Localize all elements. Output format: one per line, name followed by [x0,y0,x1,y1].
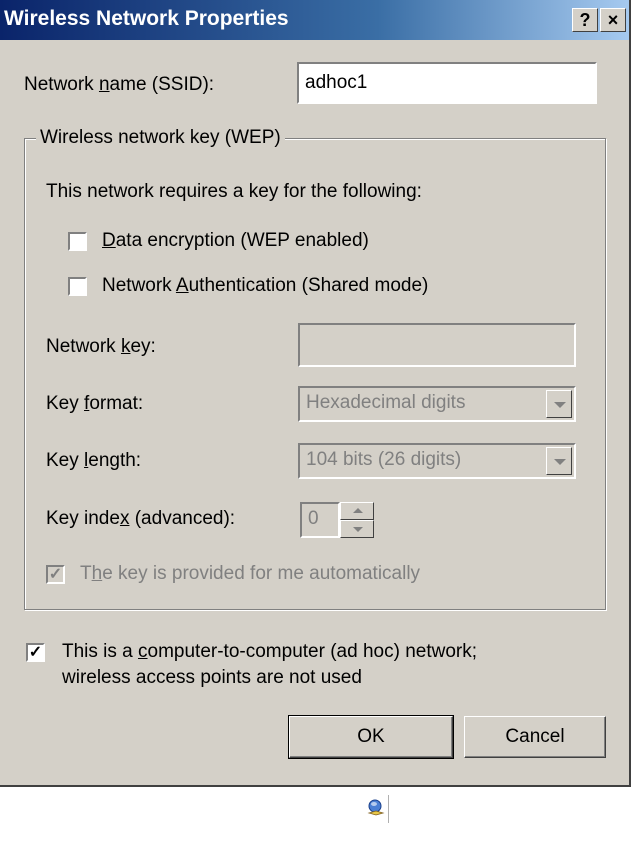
chevron-down-icon [554,459,566,465]
key-length-dropdown-button[interactable] [546,447,572,475]
key-index-up-button[interactable] [340,502,374,520]
key-index-down-button[interactable] [340,520,374,538]
ssid-input[interactable]: adhoc1 [297,62,597,104]
key-format-label: Key format: [46,393,144,414]
key-format-dropdown-button[interactable] [546,390,572,418]
wep-group-legend: Wireless network key (WEP) [36,127,285,149]
network-key-input[interactable] [298,323,576,367]
requires-key-text: This network requires a key for the foll… [46,181,422,202]
ok-button[interactable]: OK [288,715,454,759]
adhoc-checkbox[interactable]: ✓ [26,643,45,662]
ssid-label: Network name (SSID): [24,74,215,95]
key-index-label: Key index (advanced): [46,508,236,529]
tray-separator [388,795,389,823]
chevron-down-icon [554,402,566,408]
key-format-select[interactable]: Hexadecimal digits [298,386,576,422]
data-encryption-checkbox[interactable] [68,232,87,251]
close-button[interactable]: × [600,8,626,32]
chevron-up-icon [353,508,363,513]
data-encryption-label[interactable]: Data encryption (WEP enabled) [102,230,369,252]
dialog-title: Wireless Network Properties [4,7,289,30]
help-button[interactable]: ? [572,8,598,32]
network-auth-checkbox[interactable] [68,277,87,296]
wep-groupbox [24,138,606,610]
key-length-select[interactable]: 104 bits (26 digits) [298,443,576,479]
key-index-input[interactable]: 0 [300,502,340,538]
key-length-value: 104 bits (26 digits) [306,449,462,470]
auto-key-label[interactable]: The key is provided for me automatically [80,563,420,585]
auto-key-checkbox[interactable]: ✓ [46,565,65,584]
network-tray-icon[interactable] [366,798,386,818]
chevron-down-icon [353,527,363,532]
network-auth-label[interactable]: Network Authentication (Shared mode) [102,275,428,297]
key-format-value: Hexadecimal digits [306,392,466,413]
network-key-label: Network key: [46,336,156,357]
adhoc-label-line2[interactable]: wireless access points are not used [62,667,362,689]
adhoc-label-line1[interactable]: This is a computer-to-computer (ad hoc) … [62,641,477,663]
title-bar[interactable]: Wireless Network Properties ? × [0,0,629,40]
key-index-spinner[interactable]: 0 [300,502,376,538]
wireless-network-properties-dialog: Wireless Network Properties ? × Network … [0,0,631,787]
key-length-label: Key length: [46,450,142,471]
cancel-button[interactable]: Cancel [464,716,606,758]
